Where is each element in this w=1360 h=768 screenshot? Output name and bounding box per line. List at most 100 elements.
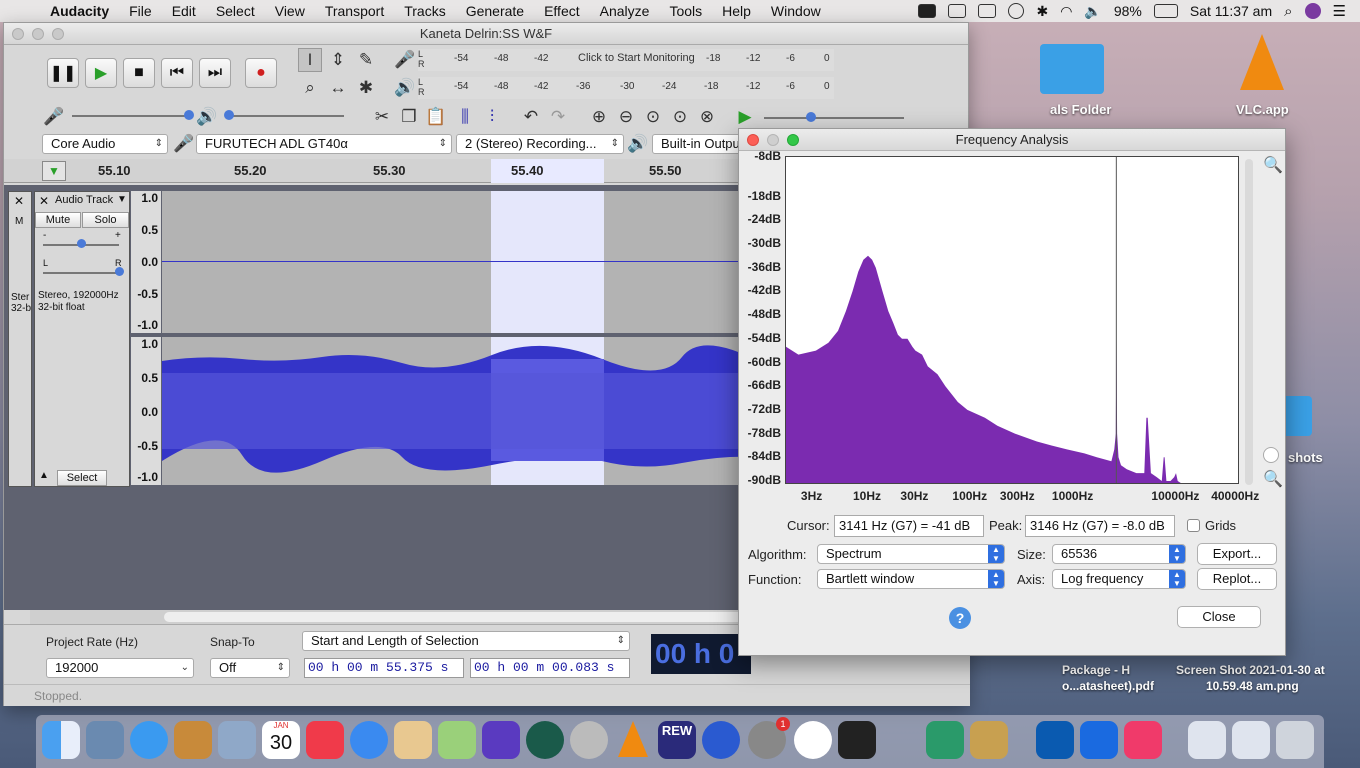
play-at-speed-slider[interactable] xyxy=(764,117,904,119)
size-select[interactable]: 65536 ▲ ▼ xyxy=(1052,544,1186,564)
trim-audio-icon[interactable]: ⫼ xyxy=(453,105,477,129)
finder-icon[interactable] xyxy=(42,721,80,759)
time-machine-icon[interactable] xyxy=(1008,3,1025,19)
menu-generate[interactable]: Generate xyxy=(456,3,534,19)
audacity-dock-icon[interactable] xyxy=(702,721,740,759)
replot-button[interactable]: Replot... xyxy=(1197,568,1277,590)
zoom-out-icon[interactable]: ⊖ xyxy=(614,105,638,129)
zoom-in-icon[interactable]: ⊕ xyxy=(587,105,611,129)
zoom-window-icon[interactable] xyxy=(52,28,64,40)
project-rate-select[interactable]: 192000 ⌄ xyxy=(46,658,194,678)
dialog-close-icon[interactable] xyxy=(747,134,759,146)
recording-channels-select[interactable]: 2 (Stereo) Recording... ⇕ xyxy=(456,134,624,154)
vlc-dock-icon[interactable] xyxy=(614,721,652,759)
recent-document-icon-2[interactable] xyxy=(1232,721,1270,759)
selection-tool-icon[interactable]: I xyxy=(298,48,322,72)
minimize-window-icon[interactable] xyxy=(32,28,44,40)
audio-host-select[interactable]: Core Audio ⇕ xyxy=(42,134,168,154)
play-at-speed-thumb[interactable] xyxy=(806,112,816,122)
undo-icon[interactable]: ↶ xyxy=(519,105,543,129)
desktop-folder-label[interactable]: als Folder xyxy=(1050,102,1111,117)
photos-icon[interactable] xyxy=(794,721,832,759)
spotlight-search-icon[interactable]: ⌕ xyxy=(1284,3,1292,20)
recording-device-select[interactable]: FURUTECH ADL GT40α ⇕ xyxy=(196,134,452,154)
record-button[interactable]: ● xyxy=(245,58,277,88)
menu-app-name[interactable]: Audacity xyxy=(40,3,119,19)
piano-icon[interactable] xyxy=(838,721,876,759)
fit-project-icon[interactable]: ⊙ xyxy=(668,105,692,129)
selection-start-time[interactable]: 00 h 00 m 55.375 s xyxy=(304,658,464,678)
output-volume-thumb[interactable] xyxy=(224,110,234,120)
desktop-file-pdf-label[interactable]: Package - H xyxy=(1062,663,1130,677)
gain-slider-thumb[interactable] xyxy=(77,239,86,248)
zoom-toggle-icon[interactable]: ⊗ xyxy=(695,105,719,129)
bluetooth-icon[interactable]: ✱ xyxy=(1036,3,1048,20)
function-select[interactable]: Bartlett window ▲ ▼ xyxy=(817,569,1005,589)
wd-drive-icon[interactable] xyxy=(918,4,937,18)
play-button[interactable]: ▶ xyxy=(85,58,117,88)
stop-button[interactable]: ■ xyxy=(123,58,155,88)
user-icon[interactable] xyxy=(1304,3,1321,19)
calculator-icon[interactable] xyxy=(174,721,212,759)
playback-meter[interactable]: LR -54 -48 -42 -36 -30 -24 -18 -12 -6 0 xyxy=(418,77,834,99)
grids-label[interactable]: Grids xyxy=(1205,518,1236,533)
desktop-file-pdf-label-2[interactable]: o...atasheet).pdf xyxy=(1062,679,1154,693)
menu-file[interactable]: File xyxy=(119,3,162,19)
pan-slider[interactable] xyxy=(43,272,119,274)
notification-center-icon[interactable]: ☰ xyxy=(1333,2,1346,20)
input-volume-thumb[interactable] xyxy=(184,110,194,120)
track-menu-arrow-icon[interactable]: ▼ xyxy=(117,194,127,205)
help-icon[interactable]: ? xyxy=(949,607,971,629)
cut-icon[interactable]: ✂ xyxy=(370,105,394,129)
track-close-icon[interactable]: ✕ xyxy=(39,194,49,208)
track-select-button[interactable]: Select xyxy=(57,470,107,486)
messages-icon[interactable] xyxy=(130,721,168,759)
desktop-file-png-label-2[interactable]: 10.59.48 am.png xyxy=(1206,679,1299,693)
menu-view[interactable]: View xyxy=(265,3,315,19)
archive-app-icon[interactable] xyxy=(970,721,1008,759)
zoom-tool-icon[interactable]: ⌕ xyxy=(298,76,322,100)
wifi-icon[interactable]: ◠ xyxy=(1060,3,1072,20)
news-icon[interactable] xyxy=(306,721,344,759)
zoom-in-vertical-icon[interactable]: 🔍 xyxy=(1263,155,1283,175)
paste-icon[interactable]: 📋 xyxy=(424,105,448,129)
archive-utility-icon[interactable] xyxy=(394,721,432,759)
playback-meter-icon[interactable]: 🔊 xyxy=(393,76,417,100)
menu-window[interactable]: Window xyxy=(761,3,831,19)
trash-icon[interactable] xyxy=(1276,721,1314,759)
wd-dock-icon[interactable] xyxy=(1036,721,1074,759)
grids-checkbox[interactable] xyxy=(1187,519,1200,532)
migration-assistant-icon[interactable] xyxy=(86,721,124,759)
menu-transport[interactable]: Transport xyxy=(315,3,394,19)
pan-slider-thumb[interactable] xyxy=(115,267,124,276)
music-icon[interactable] xyxy=(1124,721,1162,759)
dsp-icon[interactable] xyxy=(570,721,608,759)
record-meter[interactable]: LR -54 -48 -42 Click to Start Monitoring… xyxy=(418,49,834,71)
close-window-icon[interactable] xyxy=(12,28,24,40)
skip-to-start-button[interactable]: ⏮ xyxy=(161,58,193,88)
pause-button[interactable]: ❚❚ xyxy=(47,58,79,88)
vlc-app-icon[interactable] xyxy=(1240,34,1284,90)
record-meter-icon[interactable]: 🎤 xyxy=(393,48,417,72)
track-name-menu[interactable]: Audio Track xyxy=(55,194,113,206)
vertical-zoom-scrollbar[interactable] xyxy=(1245,159,1253,485)
algorithm-select[interactable]: Spectrum ▲ ▼ xyxy=(817,544,1005,564)
spectrum-plot[interactable] xyxy=(785,156,1239,484)
amplitude-scale-bottom[interactable]: 1.0 0.5 0.0 -0.5 -1.0 xyxy=(131,337,161,485)
calendar-icon[interactable]: JAN 30 xyxy=(262,721,300,759)
screen-app-icon[interactable] xyxy=(926,721,964,759)
selection-length-time[interactable]: 00 h 00 m 00.083 s xyxy=(470,658,630,678)
timeshift-tool-icon[interactable]: ↔ xyxy=(326,76,350,100)
dropbox-icon[interactable] xyxy=(1080,721,1118,759)
safari-icon[interactable] xyxy=(350,721,388,759)
menu-analyze[interactable]: Analyze xyxy=(590,3,660,19)
system-preferences-icon[interactable]: 1 xyxy=(748,717,790,759)
mute-button[interactable]: Mute xyxy=(35,212,81,228)
drive-icon[interactable] xyxy=(948,4,967,18)
rew-icon[interactable]: REW xyxy=(658,721,696,759)
close-button[interactable]: Close xyxy=(1177,606,1261,628)
solo-button[interactable]: Solo xyxy=(82,212,129,228)
selection-mode-select[interactable]: Start and Length of Selection ⇕ xyxy=(302,631,630,651)
screenshots-folder-label[interactable]: shots xyxy=(1288,450,1323,465)
play-head-icon[interactable]: ▼ xyxy=(42,161,66,181)
